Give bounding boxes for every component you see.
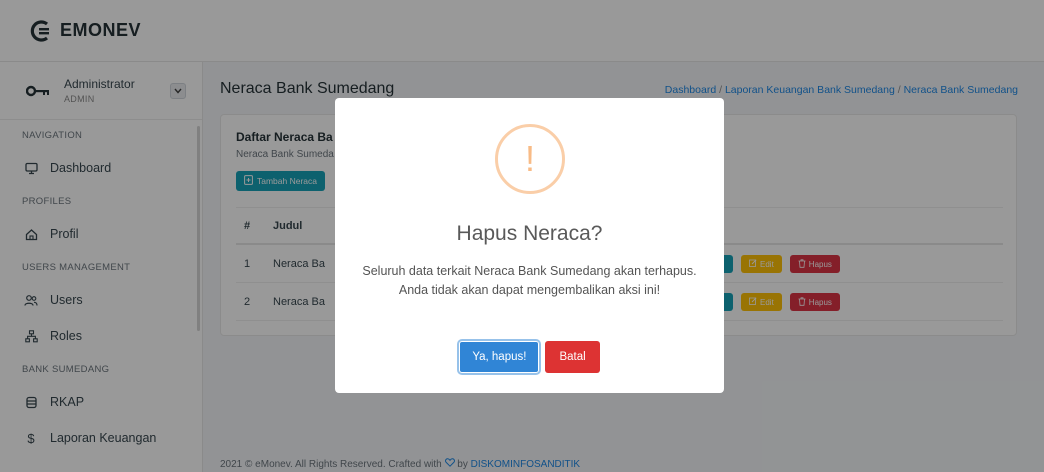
dialog-title: Hapus Neraca? — [456, 222, 603, 245]
dialog-actions: Ya, hapus! Batal — [335, 341, 724, 373]
dialog-message: Seluruh data terkait Neraca Bank Sumedan… — [362, 264, 697, 297]
confirm-dialog: ! Hapus Neraca? Seluruh data terkait Ner… — [335, 98, 724, 393]
warning-glyph: ! — [524, 138, 535, 179]
cancel-button[interactable]: Batal — [545, 341, 600, 373]
confirm-delete-button[interactable]: Ya, hapus! — [459, 341, 540, 373]
warning-icon: ! — [495, 124, 565, 194]
